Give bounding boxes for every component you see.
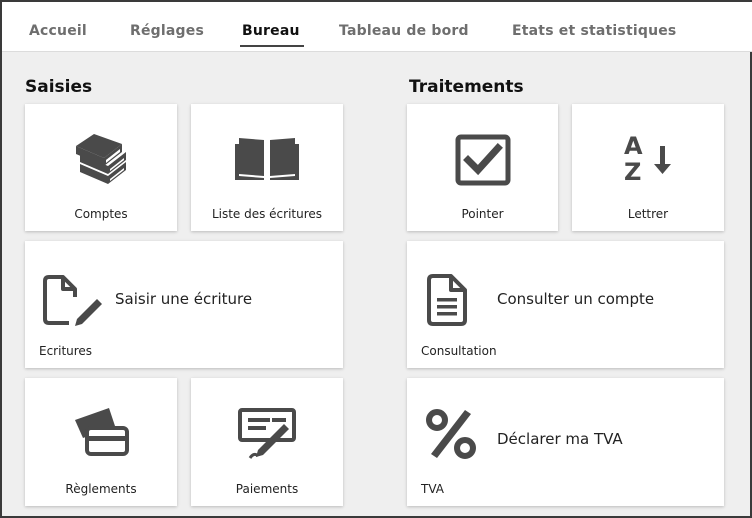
books-icon [76, 134, 126, 184]
svg-text:A: A [624, 132, 643, 160]
section-title-traitements: Traitements [409, 77, 524, 97]
tab-reglages[interactable]: Réglages [130, 23, 204, 39]
section-title-saisies: Saisies [25, 77, 93, 97]
tile-paiements[interactable]: Paiements [191, 378, 343, 506]
document-edit-icon [43, 275, 102, 326]
svg-text:Z: Z [624, 158, 641, 186]
tile-lettrer-label: Lettrer [627, 207, 669, 221]
tile-consultation-label: Consultation [421, 344, 497, 358]
tile-comptes[interactable]: Comptes [25, 104, 177, 231]
tab-accueil[interactable]: Accueil [29, 23, 87, 39]
top-navigation: Accueil Réglages Bureau Tableau de bord … [2, 2, 752, 52]
tile-ecritures[interactable]: Saisir une écriture Ecritures [25, 241, 343, 368]
tile-tva-action: Déclarer ma TVA [497, 430, 623, 448]
tile-ecritures-label: Ecritures [39, 344, 93, 358]
tile-pointer[interactable]: Pointer [407, 104, 558, 231]
tile-consultation-action: Consulter un compte [497, 290, 655, 308]
tile-reglements[interactable]: Règlements [25, 378, 177, 506]
active-tab-indicator [240, 45, 304, 47]
sort-az-icon: A Z [624, 132, 671, 186]
document-lines-icon [427, 274, 467, 326]
tile-pointer-label: Pointer [461, 207, 504, 221]
checkbox-icon [455, 134, 510, 186]
tile-liste-des-ecritures[interactable]: Liste des écritures [191, 104, 343, 231]
tile-liste-des-ecritures-label: Liste des écritures [211, 207, 323, 221]
percent-icon [426, 409, 476, 459]
tile-lettrer[interactable]: A Z Lettrer [572, 104, 724, 231]
tile-comptes-label: Comptes [74, 207, 128, 221]
open-book-icon [235, 138, 299, 180]
check-sign-icon [238, 408, 296, 459]
tile-paiements-label: Paiements [235, 482, 299, 496]
tab-bureau[interactable]: Bureau [242, 23, 300, 39]
tile-tva-label: TVA [421, 482, 444, 496]
tile-reglements-label: Règlements [65, 482, 137, 496]
tab-etats-et-statistiques[interactable]: Etats et statistiques [512, 23, 676, 39]
tile-consultation[interactable]: Consulter un compte Consultation [407, 241, 724, 368]
credit-cards-icon [75, 408, 129, 456]
tile-ecritures-action: Saisir une écriture [115, 290, 253, 308]
tile-tva[interactable]: Déclarer ma TVA TVA [407, 378, 724, 506]
tab-tableau-de-bord[interactable]: Tableau de bord [339, 23, 469, 39]
